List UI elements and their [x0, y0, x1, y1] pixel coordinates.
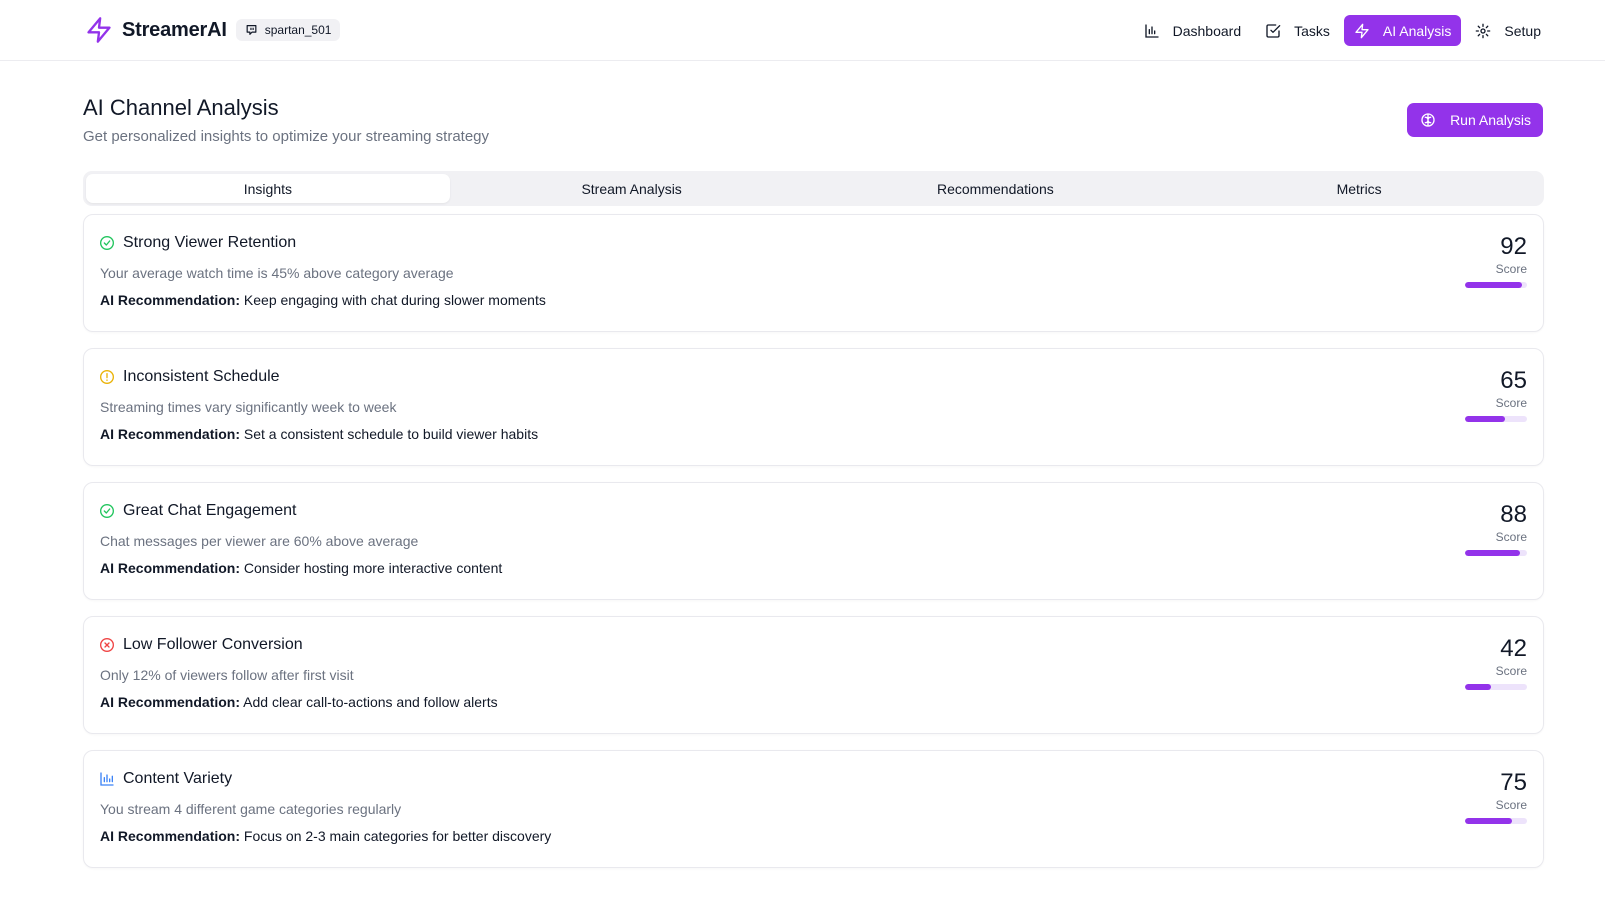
insight-recommendation: AI Recommendation: Add clear call-to-act…: [100, 694, 498, 710]
insight-title: Strong Viewer Retention: [123, 234, 297, 251]
insight-description: You stream 4 different game categories r…: [100, 801, 402, 817]
insight-card: Inconsistent Schedule Streaming times va…: [83, 348, 1544, 466]
score-box: 75 Score: [1465, 769, 1527, 824]
score-box: 42 Score: [1465, 635, 1527, 690]
nav-ai-analysis[interactable]: AI Analysis: [1343, 15, 1462, 46]
recommendation-text: Set a consistent schedule to build viewe…: [243, 426, 539, 442]
score-bar: [1465, 550, 1527, 556]
insight-description: Only 12% of viewers follow after first v…: [100, 667, 354, 683]
insight-description: Streaming times vary significantly week …: [100, 399, 397, 415]
insight-header: Content Variety: [99, 770, 232, 788]
insight-title: Great Chat Engagement: [123, 502, 297, 519]
insight-title: Low Follower Conversion: [123, 636, 303, 653]
nav-dashboard[interactable]: Dashboard: [1134, 15, 1252, 46]
score-value: 92: [1500, 233, 1527, 260]
run-analysis-label: Run Analysis: [1450, 112, 1531, 128]
insight-card: Low Follower Conversion Only 12% of view…: [83, 616, 1544, 734]
brand[interactable]: StreamerAI spartan_501: [84, 15, 341, 45]
score-value: 88: [1500, 501, 1527, 528]
insight-recommendation: AI Recommendation: Keep engaging with ch…: [100, 292, 546, 308]
x-circle-icon: [99, 637, 115, 653]
bar-chart-icon: [99, 771, 115, 787]
score-bar-fill: [1465, 416, 1506, 422]
chat-icon: [245, 24, 258, 37]
recommendation-text: Focus on 2-3 main categories for better …: [243, 828, 552, 844]
score-box: 65 Score: [1465, 367, 1527, 422]
page-subtitle: Get personalized insights to optimize yo…: [83, 128, 490, 145]
score-bar: [1465, 282, 1527, 288]
score-label: Score: [1495, 664, 1527, 678]
alert-circle-icon: [99, 369, 115, 385]
brand-name: StreamerAI: [122, 18, 227, 41]
recommendation-text: Keep engaging with chat during slower mo…: [243, 292, 546, 308]
score-label: Score: [1495, 530, 1527, 544]
gear-icon: [1475, 23, 1491, 39]
page-title: AI Channel Analysis: [83, 95, 279, 120]
username: spartan_501: [264, 23, 332, 37]
score-value: 42: [1500, 635, 1527, 662]
insight-header: Low Follower Conversion: [99, 636, 303, 654]
insight-header: Strong Viewer Retention: [99, 234, 296, 252]
brain-icon: [1420, 112, 1436, 128]
check-circle-icon: [99, 235, 115, 251]
insight-description: Your average watch time is 45% above cat…: [100, 265, 454, 281]
nav-dashboard-label: Dashboard: [1172, 22, 1242, 39]
score-label: Score: [1495, 262, 1527, 276]
score-label: Score: [1495, 798, 1527, 812]
insight-recommendation: AI Recommendation: Set a consistent sche…: [100, 426, 538, 442]
check-circle-icon: [99, 503, 115, 519]
analysis-tabs: Insights Stream Analysis Recommendations…: [83, 171, 1544, 206]
score-label: Score: [1495, 396, 1527, 410]
score-bar: [1465, 818, 1527, 824]
insight-header: Great Chat Engagement: [99, 502, 296, 520]
insight-card: Great Chat Engagement Chat messages per …: [83, 482, 1544, 600]
score-box: 92 Score: [1465, 233, 1527, 288]
recommendation-label: AI Recommendation:: [100, 292, 241, 308]
tab-metrics[interactable]: Metrics: [1177, 174, 1541, 203]
page-header: AI Channel Analysis Get personalized ins…: [83, 95, 489, 145]
recommendation-label: AI Recommendation:: [100, 426, 241, 442]
bar-chart-icon: [1144, 23, 1160, 39]
nav-setup[interactable]: Setup: [1465, 15, 1551, 46]
tab-recommendations[interactable]: Recommendations: [814, 174, 1178, 203]
nav-setup-label: Setup: [1504, 22, 1541, 39]
score-bar: [1465, 416, 1527, 422]
username-badge: spartan_501: [235, 19, 341, 41]
recommendation-text: Consider hosting more interactive conten…: [243, 560, 503, 576]
score-bar: [1465, 684, 1527, 690]
score-bar-fill: [1465, 818, 1512, 824]
recommendation-text: Add clear call-to-actions and follow ale…: [243, 694, 498, 710]
insight-title: Content Variety: [123, 770, 233, 787]
score-bar-fill: [1465, 684, 1492, 690]
tab-insights[interactable]: Insights: [86, 174, 450, 203]
insight-card: Strong Viewer Retention Your average wat…: [83, 214, 1544, 332]
score-bar-fill: [1465, 282, 1523, 288]
run-analysis-button[interactable]: Run Analysis: [1407, 103, 1543, 137]
tab-stream-analysis[interactable]: Stream Analysis: [450, 174, 814, 203]
top-navbar: StreamerAI spartan_501 Dashboard Tasks A…: [0, 0, 1605, 61]
main-nav: Dashboard Tasks AI Analysis Setup: [1130, 15, 1551, 46]
insight-description: Chat messages per viewer are 60% above a…: [100, 533, 419, 549]
insight-header: Inconsistent Schedule: [99, 368, 280, 386]
insight-card: Content Variety You stream 4 different g…: [83, 750, 1544, 868]
score-value: 75: [1500, 769, 1527, 796]
score-bar-fill: [1465, 550, 1520, 556]
recommendation-label: AI Recommendation:: [100, 560, 241, 576]
lightning-logo-icon: [84, 15, 114, 45]
insight-title: Inconsistent Schedule: [123, 368, 280, 385]
nav-tasks[interactable]: Tasks: [1255, 15, 1340, 46]
nav-tasks-label: Tasks: [1294, 22, 1330, 39]
recommendation-label: AI Recommendation:: [100, 828, 241, 844]
insights-list: Strong Viewer Retention Your average wat…: [83, 214, 1544, 884]
score-box: 88 Score: [1465, 501, 1527, 556]
recommendation-label: AI Recommendation:: [100, 694, 241, 710]
score-value: 65: [1500, 367, 1527, 394]
check-square-icon: [1265, 23, 1281, 39]
insight-recommendation: AI Recommendation: Focus on 2-3 main cat…: [100, 828, 551, 844]
lightning-icon: [1354, 23, 1370, 39]
insight-recommendation: AI Recommendation: Consider hosting more…: [100, 560, 502, 576]
nav-ai-analysis-label: AI Analysis: [1382, 22, 1452, 39]
